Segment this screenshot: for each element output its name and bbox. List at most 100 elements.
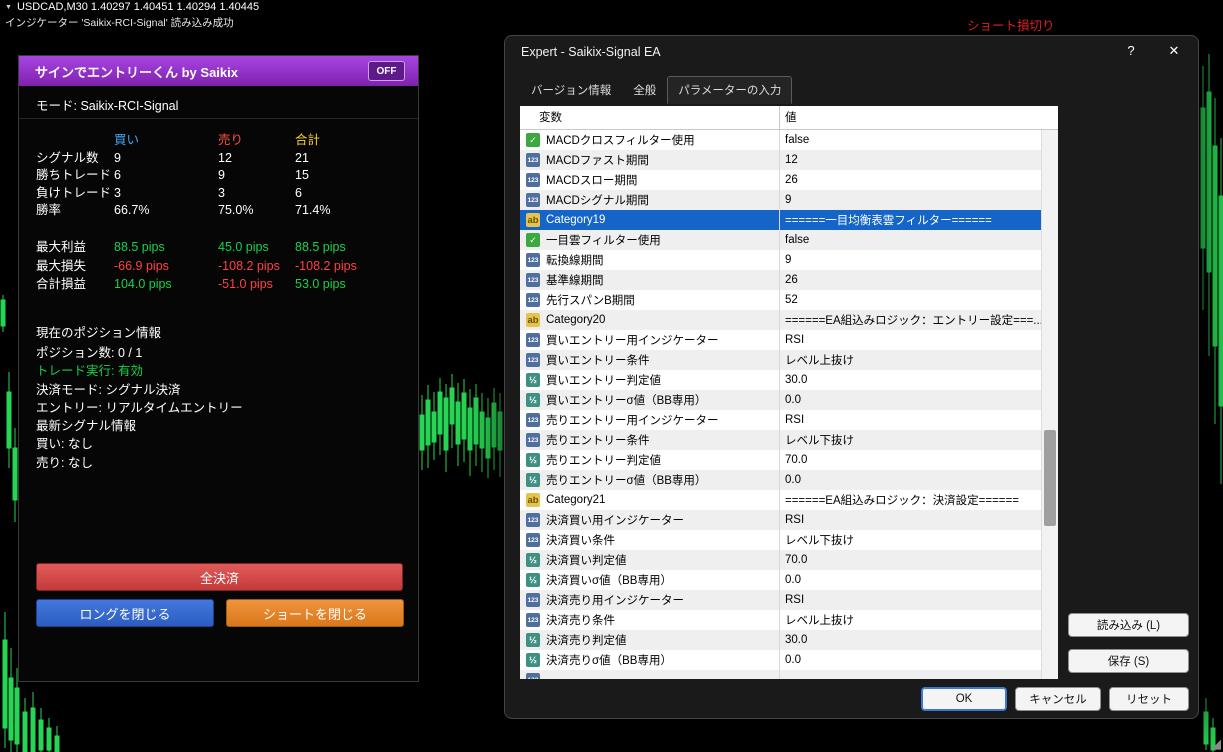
param-row[interactable]: ½決済買い判定値70.0 [520, 550, 1041, 570]
load-button[interactable]: 読み込み (L) [1068, 613, 1189, 637]
param-row[interactable]: 123売りエントリー条件レベル下抜け [520, 430, 1041, 450]
param-row[interactable]: ✓一目雲フィルター使用false [520, 230, 1041, 250]
param-name: MACDファスト期間 [546, 152, 649, 168]
param-name: 決済買い用インジケーター [546, 512, 684, 528]
param-row[interactable]: 123基準線期間26 [520, 270, 1041, 290]
cancel-button[interactable]: キャンセル [1015, 687, 1101, 711]
param-value: 26 [780, 174, 1041, 186]
param-row[interactable]: ½決済売りσ値（BB専用）0.0 [520, 650, 1041, 670]
bool-type-icon: ✓ [526, 133, 540, 147]
double-type-icon: ½ [526, 573, 540, 587]
parameters-table-header: 変数 値 [520, 106, 1058, 130]
param-row[interactable]: ½売りエントリー判定値70.0 [520, 450, 1041, 470]
string-type-icon: ab [526, 213, 540, 227]
param-name: 売りエントリー判定値 [546, 452, 661, 468]
int-type-icon: 123 [526, 293, 540, 307]
double-type-icon: ½ [526, 633, 540, 647]
param-name: 決済買い条件 [546, 532, 615, 548]
close-short-button[interactable]: ショートを閉じる [226, 599, 404, 627]
pips-row-label: 最大利益 [36, 238, 114, 257]
resize-grip[interactable]: ◢ [1211, 736, 1221, 752]
close-all-button[interactable]: 全決済 [36, 563, 403, 591]
param-name: Category19 [546, 214, 605, 226]
panel-mode-label: モード: Saikix-RCI-Signal [36, 95, 178, 114]
chart-dropdown-icon[interactable]: ▼ [5, 4, 12, 11]
int-type-icon: 123 [526, 433, 540, 447]
param-row[interactable]: 123転換線期間9 [520, 250, 1041, 270]
param-row[interactable]: 123MACDシグナル期間9 [520, 190, 1041, 210]
int-type-icon: 123 [526, 593, 540, 607]
param-row[interactable]: 123 [520, 670, 1041, 679]
param-row[interactable]: 123決済買い用インジケーターRSI [520, 510, 1041, 530]
tab-inputs[interactable]: パラメーターの入力 [667, 76, 792, 104]
param-row[interactable]: abCategory21======EA組込みロジック：決済設定====== [520, 490, 1041, 510]
close-icon[interactable]: ✕ [1162, 43, 1186, 59]
param-row[interactable]: 123決済買い条件レベル下抜け [520, 530, 1041, 550]
double-type-icon: ½ [526, 473, 540, 487]
column-header-variable: 変数 [520, 106, 780, 129]
param-row[interactable]: 123買いエントリー条件レベル上抜け [520, 350, 1041, 370]
param-row[interactable]: ½決済売り判定値30.0 [520, 630, 1041, 650]
close-long-button[interactable]: ロングを閉じる [36, 599, 214, 627]
scrollbar-thumb[interactable] [1044, 430, 1056, 526]
signal-entry-panel: サインでエントリーくん by Saikix OFF モード: Saikix-RC… [18, 55, 419, 682]
ok-button[interactable]: OK [921, 687, 1007, 711]
param-value: RSI [780, 334, 1041, 346]
param-value: RSI [780, 594, 1041, 606]
param-row[interactable]: ½売りエントリーσ値（BB専用）0.0 [520, 470, 1041, 490]
stats-value: 3 [114, 185, 218, 203]
pips-value: 53.0 pips [295, 275, 404, 294]
param-name-cell: 123MACDシグナル期間 [520, 190, 780, 210]
param-name-cell: 123 MACDファスト期間 [520, 150, 780, 170]
param-row[interactable]: ½買いエントリーσ値（BB専用）0.0 [520, 390, 1041, 410]
param-name: MACDスロー期間 [546, 172, 637, 188]
help-icon[interactable]: ? [1120, 43, 1142, 58]
stats-value: 21 [295, 150, 404, 168]
param-row[interactable]: 123売りエントリー用インジケーターRSI [520, 410, 1041, 430]
param-row[interactable]: ✓MACDクロスフィルター使用false [520, 130, 1041, 150]
info-line: 最新シグナル情報 [36, 417, 243, 435]
param-name: 買いエントリー条件 [546, 352, 650, 368]
table-scrollbar[interactable] [1041, 130, 1058, 679]
stats-value: 71.4% [295, 202, 404, 220]
position-info-heading: 現在のポジション情報 [36, 322, 161, 341]
tab-version[interactable]: バージョン情報 [520, 76, 622, 104]
tab-common[interactable]: 全般 [622, 76, 667, 104]
param-name: MACDクロスフィルター使用 [546, 132, 695, 148]
param-row[interactable]: 123MACDスロー期間26 [520, 170, 1041, 190]
param-value: 70.0 [780, 554, 1041, 566]
param-value: 9 [780, 254, 1041, 266]
param-name-cell: ½決済買い判定値 [520, 550, 780, 570]
save-button[interactable]: 保存 (S) [1068, 649, 1189, 673]
pips-value: -66.9 pips [114, 257, 218, 276]
int-type-icon: 123 [526, 153, 540, 167]
param-name: 売りエントリー用インジケーター [546, 412, 719, 428]
param-row[interactable]: 123MACDファスト期間12 [520, 150, 1041, 170]
pips-value: 104.0 pips [114, 275, 218, 294]
param-row[interactable]: 123買いエントリー用インジケーターRSI [520, 330, 1041, 350]
double-type-icon: ½ [526, 393, 540, 407]
stats-row-label: 勝ちトレード [36, 167, 114, 185]
param-value: レベル下抜け [780, 432, 1041, 448]
param-row[interactable]: abCategory20======EA組込みロジック：エントリー設定===..… [520, 310, 1041, 330]
param-row[interactable]: ½決済買いσ値（BB専用）0.0 [520, 570, 1041, 590]
panel-off-button[interactable]: OFF [368, 61, 405, 81]
param-row[interactable]: 123先行スパンB期間52 [520, 290, 1041, 310]
param-row[interactable]: 123 決済売り用インジケーター RSI [520, 590, 1041, 610]
pips-value: 45.0 pips [218, 238, 295, 257]
param-name: 一目雲フィルター使用 [546, 232, 661, 248]
symbol-ohlc-text: USDCAD,M30 1.40297 1.40451 1.40294 1.404… [17, 1, 259, 13]
param-value: 52 [780, 294, 1041, 306]
pips-value: -108.2 pips [218, 257, 295, 276]
param-row[interactable]: 123決済売り条件レベル上抜け [520, 610, 1041, 630]
param-name-cell: ½決済売りσ値（BB専用） [520, 650, 780, 670]
param-row[interactable]: ½買いエントリー判定値30.0 [520, 370, 1041, 390]
panel-title: サインでエントリーくん by Saikix [35, 62, 238, 81]
info-line: エントリー: リアルタイムエントリー [36, 399, 243, 417]
param-row[interactable]: abCategory19======一目均衡表雲フィルター====== [520, 210, 1041, 230]
param-name: 決済売り用インジケーター [546, 592, 684, 608]
param-value: レベル下抜け [780, 532, 1041, 548]
reset-button[interactable]: リセット [1109, 687, 1189, 711]
int-type-icon: 123 [526, 613, 540, 627]
param-name: 決済売り条件 [546, 612, 615, 628]
